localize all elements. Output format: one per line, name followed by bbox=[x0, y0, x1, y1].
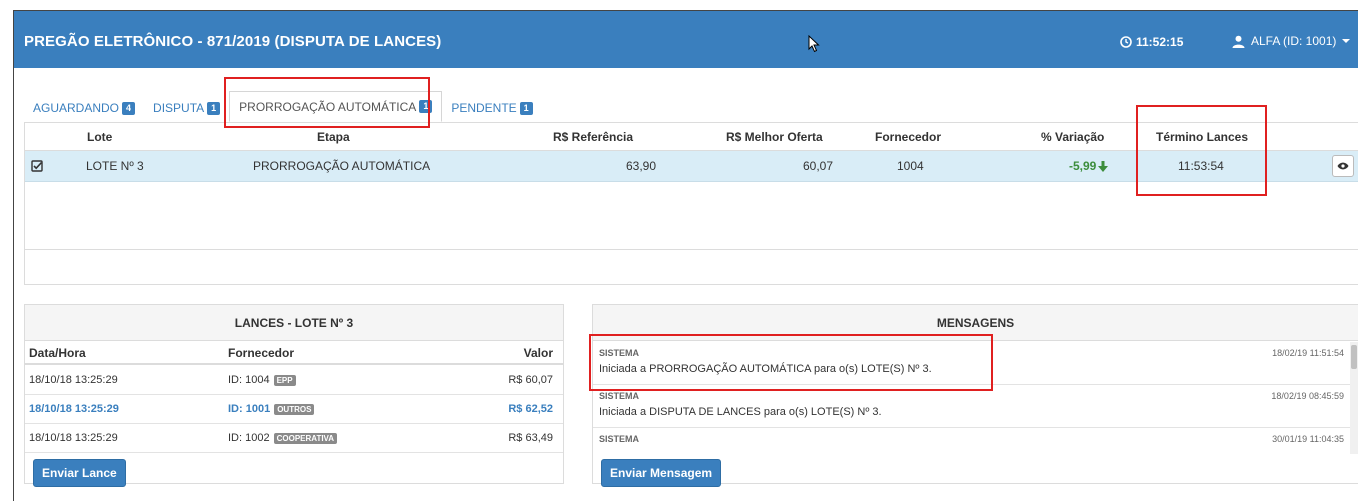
row-lote: LOTE Nº 3 bbox=[86, 159, 144, 173]
bid-datetime: 18/10/18 13:25:29 bbox=[29, 432, 118, 444]
row-referencia: 63,90 bbox=[626, 159, 657, 173]
table-row: 18/10/18 13:25:29 ID: 1002 COOPERATIVA R… bbox=[25, 424, 563, 453]
bids-panel-title: LANCES - LOTE Nº 3 bbox=[25, 305, 563, 341]
view-button[interactable] bbox=[1332, 151, 1354, 181]
col-lote: Lote bbox=[87, 129, 113, 144]
send-message-button[interactable]: Enviar Mensagem bbox=[601, 459, 722, 487]
row-termino: 11:53:54 bbox=[1178, 159, 1224, 173]
tab-disputa[interactable]: DISPUTA 1 bbox=[144, 94, 229, 122]
mouse-cursor-icon bbox=[808, 35, 820, 53]
status-tabs: AGUARDANDO 4 DISPUTA 1 PRORROGAÇÃO AUTOM… bbox=[24, 91, 542, 122]
tab-count-badge: 1 bbox=[207, 101, 221, 115]
message-item: SISTEMA 18/02/19 11:51:54 Iniciada a PRO… bbox=[593, 342, 1358, 385]
col-datetime: Data/Hora bbox=[29, 345, 86, 360]
message-sender: SISTEMA bbox=[599, 434, 640, 444]
variacao-value: -5,99 bbox=[1069, 159, 1097, 173]
table-row: 18/10/18 13:25:29 ID: 1001 OUTROS R$ 62,… bbox=[25, 395, 563, 424]
col-supplier: Fornecedor bbox=[228, 345, 295, 360]
top-navbar: PREGÃO ELETRÔNICO - 871/2019 (DISPUTA DE… bbox=[14, 11, 1358, 68]
bid-datetime: 18/10/18 13:25:29 bbox=[29, 374, 118, 386]
bid-datetime: 18/10/18 13:25:29 bbox=[29, 403, 119, 415]
lots-table-header: Lote Etapa R$ Referência R$ Melhor Ofert… bbox=[25, 123, 1358, 151]
messages-panel: MENSAGENS SISTEMA 18/02/19 11:51:54 Inic… bbox=[592, 304, 1358, 487]
messages-scrollbar[interactable] bbox=[1350, 342, 1358, 454]
message-text: Iniciada a DISPUTA DE LANCES para o(s) L… bbox=[599, 406, 882, 418]
tab-aguardando[interactable]: AGUARDANDO 4 bbox=[24, 94, 144, 122]
send-bid-button[interactable]: Enviar Lance bbox=[33, 459, 126, 487]
caret-down-icon bbox=[1342, 39, 1351, 43]
clock-icon bbox=[1120, 36, 1132, 48]
supplier-type-badge: OUTROS bbox=[274, 403, 315, 415]
tab-label: DISPUTA bbox=[153, 101, 205, 115]
bid-supplier-id: ID: 1004 bbox=[228, 374, 270, 386]
lots-table: Lote Etapa R$ Referência R$ Melhor Ofert… bbox=[24, 122, 1358, 285]
col-etapa: Etapa bbox=[317, 129, 350, 144]
bids-panel: LANCES - LOTE Nº 3 Data/Hora Fornecedor … bbox=[24, 304, 564, 487]
row-melhor-oferta: 60,07 bbox=[803, 159, 834, 173]
bids-table-header: Data/Hora Fornecedor Valor bbox=[25, 342, 563, 365]
bid-supplier-id: ID: 1002 bbox=[228, 432, 270, 444]
page-title: PREGÃO ELETRÔNICO - 871/2019 (DISPUTA DE… bbox=[24, 33, 442, 50]
col-melhor-oferta: R$ Melhor Oferta bbox=[726, 129, 823, 144]
check-square-icon[interactable] bbox=[31, 151, 43, 181]
bid-value: R$ 60,07 bbox=[508, 374, 553, 386]
row-fornecedor: 1004 bbox=[897, 159, 924, 173]
table-row[interactable]: LOTE Nº 3 PRORROGAÇÃO AUTOMÁTICA 63,90 6… bbox=[25, 151, 1358, 182]
tab-count-badge: 1 bbox=[519, 101, 533, 115]
scrollbar-thumb[interactable] bbox=[1351, 345, 1357, 369]
col-termino-lances: Término Lances bbox=[1156, 129, 1249, 144]
tab-label: PENDENTE bbox=[451, 101, 517, 115]
message-item: SISTEMA 18/02/19 08:45:59 Iniciada a DIS… bbox=[593, 385, 1358, 428]
col-value: Valor bbox=[523, 345, 553, 360]
table-divider bbox=[25, 249, 1358, 250]
bid-supplier: ID: 1002 COOPERATIVA bbox=[228, 424, 338, 452]
bid-value: R$ 62,52 bbox=[508, 403, 553, 415]
tab-count-badge: 4 bbox=[122, 101, 136, 115]
supplier-type-badge: COOPERATIVA bbox=[273, 432, 338, 444]
eye-icon bbox=[1337, 162, 1349, 170]
clock-time: 11:52:15 bbox=[1136, 35, 1184, 49]
message-time: 30/01/19 11:04:35 bbox=[1272, 434, 1344, 444]
clock: 11:52:15 bbox=[1120, 35, 1183, 49]
bid-supplier-id: ID: 1001 bbox=[228, 403, 271, 415]
tab-count-badge: 1 bbox=[419, 100, 433, 113]
col-referencia: R$ Referência bbox=[553, 129, 634, 144]
user-icon bbox=[1232, 35, 1245, 48]
user-name: ALFA (ID: 1001) bbox=[1251, 34, 1337, 48]
row-variacao: -5,99 bbox=[1069, 151, 1109, 181]
message-sender: SISTEMA bbox=[599, 391, 640, 401]
message-time: 18/02/19 11:51:54 bbox=[1272, 348, 1344, 358]
tab-pendente[interactable]: PENDENTE 1 bbox=[442, 94, 541, 122]
tab-prorrogacao-automatica[interactable]: PRORROGAÇÃO AUTOMÁTICA 1 bbox=[229, 91, 443, 122]
bid-value: R$ 63,49 bbox=[508, 432, 553, 444]
bid-supplier: ID: 1001 OUTROS bbox=[228, 395, 315, 423]
tab-label: AGUARDANDO bbox=[33, 101, 120, 115]
messages-panel-title: MENSAGENS bbox=[593, 305, 1358, 341]
supplier-type-badge: EPP bbox=[273, 374, 296, 386]
user-menu[interactable]: ALFA (ID: 1001) bbox=[1232, 34, 1351, 48]
message-time: 18/02/19 08:45:59 bbox=[1271, 391, 1344, 401]
col-variacao: % Variação bbox=[1041, 129, 1105, 144]
arrow-down-icon bbox=[1098, 160, 1109, 172]
bid-supplier: ID: 1004 EPP bbox=[228, 366, 296, 394]
app-frame: PREGÃO ELETRÔNICO - 871/2019 (DISPUTA DE… bbox=[13, 10, 1358, 501]
row-etapa: PRORROGAÇÃO AUTOMÁTICA bbox=[253, 159, 431, 173]
message-sender: SISTEMA bbox=[599, 348, 640, 358]
message-text: Iniciada a PRORROGAÇÃO AUTOMÁTICA para o… bbox=[599, 363, 932, 375]
tab-label: PRORROGAÇÃO AUTOMÁTICA bbox=[239, 99, 417, 114]
table-row: 18/10/18 13:25:29 ID: 1004 EPP R$ 60,07 bbox=[25, 366, 563, 395]
message-item: SISTEMA 30/01/19 11:04:35 bbox=[593, 428, 1358, 454]
col-fornecedor: Fornecedor bbox=[875, 129, 942, 144]
